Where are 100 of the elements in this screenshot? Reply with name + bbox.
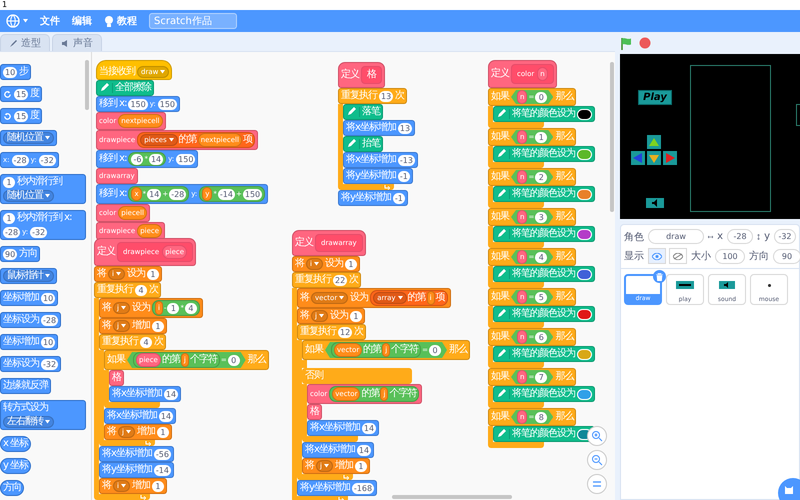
color-swatch[interactable]: [577, 108, 592, 120]
x-field[interactable]: -28: [727, 229, 754, 244]
dropdown-input[interactable]: 随机位置: [3, 132, 54, 144]
number-input[interactable]: 0: [429, 344, 442, 356]
editor-tab[interactable]: 造型: [0, 34, 50, 51]
show-button[interactable]: [648, 248, 666, 264]
code-block[interactable]: 重复执行 4 次: [94, 282, 161, 298]
code-block[interactable]: 坐标设为 -28: [0, 312, 62, 328]
number-input[interactable]: 1: [535, 132, 548, 142]
code-block[interactable]: 将x坐标增加 -56: [99, 446, 174, 462]
code-block[interactable]: 坐标设为 -32: [0, 356, 62, 372]
arrow-keys-drawing[interactable]: [630, 134, 678, 168]
number-input[interactable]: 4: [135, 284, 147, 296]
number-input[interactable]: -1: [398, 170, 410, 182]
code-block[interactable]: 随机位置: [0, 130, 57, 146]
number-input[interactable]: 150: [176, 154, 196, 164]
direction-field[interactable]: 90: [773, 248, 800, 264]
scrollbar-thumb[interactable]: [610, 62, 614, 212]
number-input[interactable]: 4: [140, 336, 152, 348]
y-field[interactable]: -32: [774, 229, 796, 244]
number-input[interactable]: 150: [158, 98, 178, 110]
code-block[interactable]: 将y坐标增加 -14: [99, 462, 174, 478]
number-input[interactable]: -28: [12, 154, 29, 166]
scrollbar-thumb[interactable]: [85, 60, 89, 110]
number-input[interactable]: -32: [41, 358, 58, 370]
number-input[interactable]: 14: [164, 388, 178, 400]
number-input[interactable]: 6: [535, 332, 548, 342]
number-input[interactable]: 1: [146, 268, 159, 280]
delete-button[interactable]: [653, 270, 666, 283]
number-input[interactable]: -1: [392, 192, 405, 204]
number-input[interactable]: -28: [169, 188, 186, 200]
number-input[interactable]: 10: [3, 66, 18, 78]
number-input[interactable]: 0: [228, 354, 240, 366]
number-input[interactable]: 90: [3, 248, 18, 260]
number-input[interactable]: 14: [148, 154, 164, 164]
dropdown-input[interactable]: 鼠标指针: [3, 270, 54, 282]
number-input[interactable]: -168: [352, 482, 374, 494]
code-block[interactable]: 将x坐标增加 14: [302, 442, 374, 458]
number-input[interactable]: -14: [154, 464, 171, 476]
number-input[interactable]: 14: [147, 188, 162, 200]
number-input[interactable]: 1: [167, 302, 180, 314]
number-input[interactable]: 10: [41, 336, 56, 348]
number-input[interactable]: 12: [338, 326, 352, 338]
number-input[interactable]: -32: [30, 226, 48, 238]
number-input[interactable]: -6: [131, 154, 144, 164]
globe-icon[interactable]: [6, 14, 20, 28]
code-block[interactable]: 鼠标指针: [0, 268, 57, 284]
stop-icon[interactable]: [639, 37, 651, 49]
code-block[interactable]: 15 度: [0, 86, 42, 102]
sound-button-sprite[interactable]: [646, 198, 664, 208]
code-block[interactable]: 1 秒内滑行到 随机位置: [0, 174, 86, 204]
number-input[interactable]: 8: [535, 412, 548, 422]
code-block[interactable]: 转方式设为 左右翻转: [0, 400, 86, 430]
zoom-in-button[interactable]: [587, 426, 607, 446]
flag-icon[interactable]: [620, 36, 633, 50]
code-block[interactable]: 90 方向: [0, 246, 40, 262]
dropdown-input[interactable]: 随机位置: [3, 190, 54, 202]
color-swatch[interactable]: [577, 308, 592, 320]
code-block[interactable]: 将x坐标增加 14: [109, 386, 182, 402]
number-input[interactable]: 13: [379, 90, 394, 102]
code-block[interactable]: 将x坐标增加 14: [104, 408, 176, 424]
hide-button[interactable]: [669, 248, 687, 264]
number-input[interactable]: 150: [242, 188, 262, 200]
number-input[interactable]: 2: [535, 172, 548, 182]
number-input[interactable]: 1: [152, 480, 164, 492]
number-input[interactable]: 1: [354, 460, 367, 472]
color-swatch[interactable]: [577, 148, 592, 160]
code-block[interactable]: 将y坐标增加 -1: [343, 168, 413, 184]
number-input[interactable]: 1: [152, 320, 164, 332]
editor-tab[interactable]: 声音: [52, 34, 102, 51]
number-input[interactable]: 5: [535, 292, 548, 302]
number-input[interactable]: 13: [398, 122, 412, 134]
number-input[interactable]: 4: [535, 252, 548, 262]
play-sprite[interactable]: Play: [638, 90, 672, 105]
reset-zoom-button[interactable]: [587, 474, 607, 494]
code-block[interactable]: 重复执行 12 次: [297, 324, 366, 340]
code-block[interactable]: 将y坐标增加 -1: [338, 190, 408, 206]
code-block[interactable]: 15 度: [0, 108, 42, 124]
number-input[interactable]: -32: [38, 154, 56, 166]
number-input[interactable]: 1: [350, 310, 362, 322]
number-input[interactable]: 22: [333, 274, 348, 286]
number-input[interactable]: -28: [3, 226, 20, 238]
scrollbar-thumb[interactable]: [392, 495, 512, 499]
code-block[interactable]: 坐标增加 10: [0, 290, 58, 306]
number-input[interactable]: 0: [535, 92, 548, 102]
code-block[interactable]: 坐标增加 10: [0, 334, 58, 350]
number-input[interactable]: 3: [535, 212, 548, 222]
number-input[interactable]: 7: [535, 372, 548, 382]
number-input[interactable]: -14: [218, 188, 235, 200]
code-block[interactable]: 重复执行 4 次: [99, 334, 166, 350]
color-swatch[interactable]: [577, 268, 592, 280]
number-input[interactable]: 14: [356, 444, 372, 456]
number-input[interactable]: 150: [128, 98, 148, 110]
number-input[interactable]: 15: [14, 110, 28, 122]
color-swatch[interactable]: [577, 388, 592, 400]
number-input[interactable]: 15: [14, 88, 28, 100]
number-input[interactable]: 4: [184, 302, 197, 314]
stage[interactable]: Play: [620, 54, 800, 219]
code-block[interactable]: 将y坐标增加 -168: [297, 480, 378, 496]
dropdown-input[interactable]: 左右翻转: [3, 416, 54, 428]
